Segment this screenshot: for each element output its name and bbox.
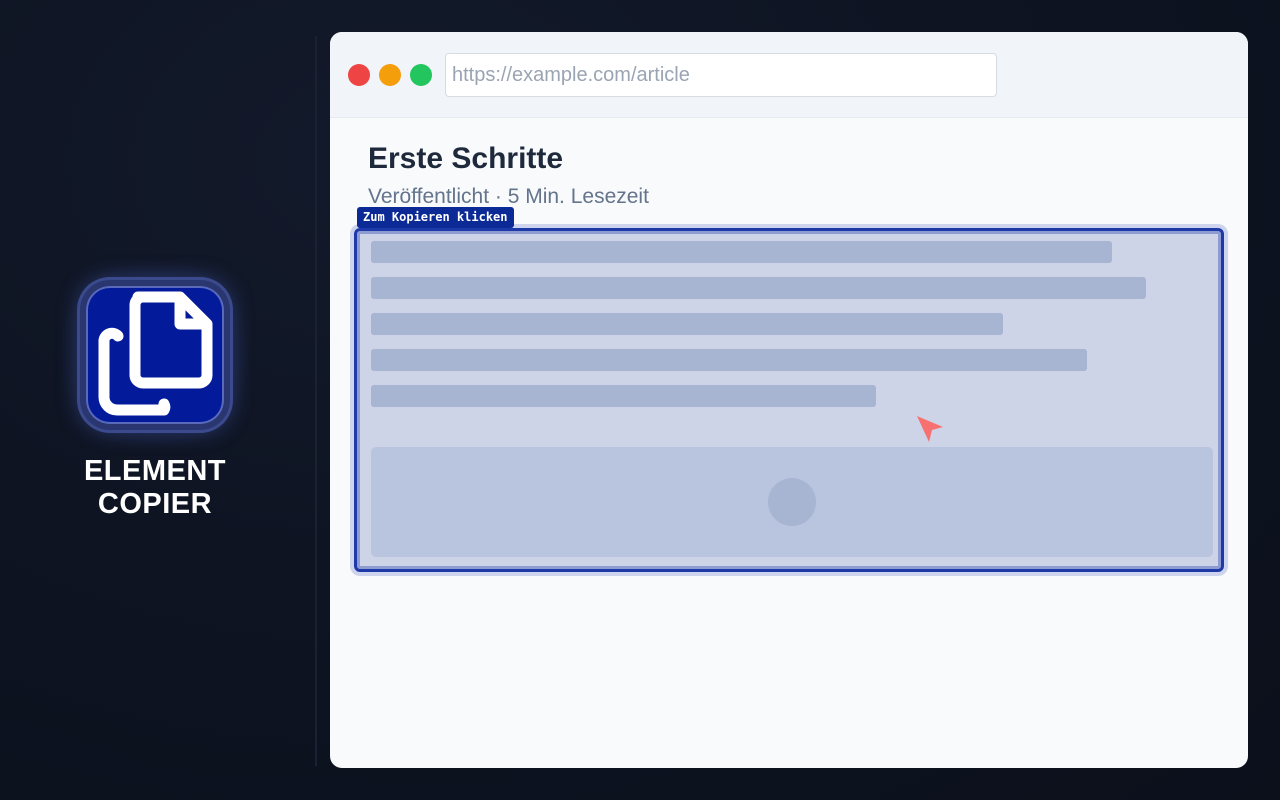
text-line-placeholder	[371, 349, 1087, 371]
brand-line-1: ELEMENT	[83, 455, 227, 487]
page-title: Erste Schritte	[368, 142, 564, 175]
address-bar[interactable]: https://example.com/article	[445, 53, 997, 97]
brand-line-2: COPIER	[97, 488, 213, 520]
copy-document-icon	[98, 291, 213, 416]
panel-divider	[315, 36, 317, 766]
app-icon	[80, 280, 230, 430]
browser-window: https://example.com/article Erste Schrit…	[330, 32, 1248, 768]
browser-titlebar: https://example.com/article	[330, 32, 1248, 118]
maximize-window-button[interactable]	[410, 64, 432, 86]
pointer-arrow-icon	[917, 416, 943, 442]
minimize-window-button[interactable]	[379, 64, 401, 86]
copy-tooltip: Zum Kopieren klicken	[357, 207, 514, 228]
brand-name: ELEMENT COPIER	[40, 455, 270, 521]
text-line-placeholder	[371, 385, 876, 407]
text-line-placeholder	[371, 313, 1003, 335]
text-line-placeholder	[371, 241, 1112, 263]
highlighted-element[interactable]	[354, 228, 1224, 572]
page-meta: Veröffentlicht · 5 Min. Lesezeit	[368, 185, 649, 208]
text-line-placeholder	[371, 277, 1146, 299]
media-placeholder	[371, 447, 1213, 557]
media-circle-icon	[768, 478, 816, 526]
close-window-button[interactable]	[348, 64, 370, 86]
